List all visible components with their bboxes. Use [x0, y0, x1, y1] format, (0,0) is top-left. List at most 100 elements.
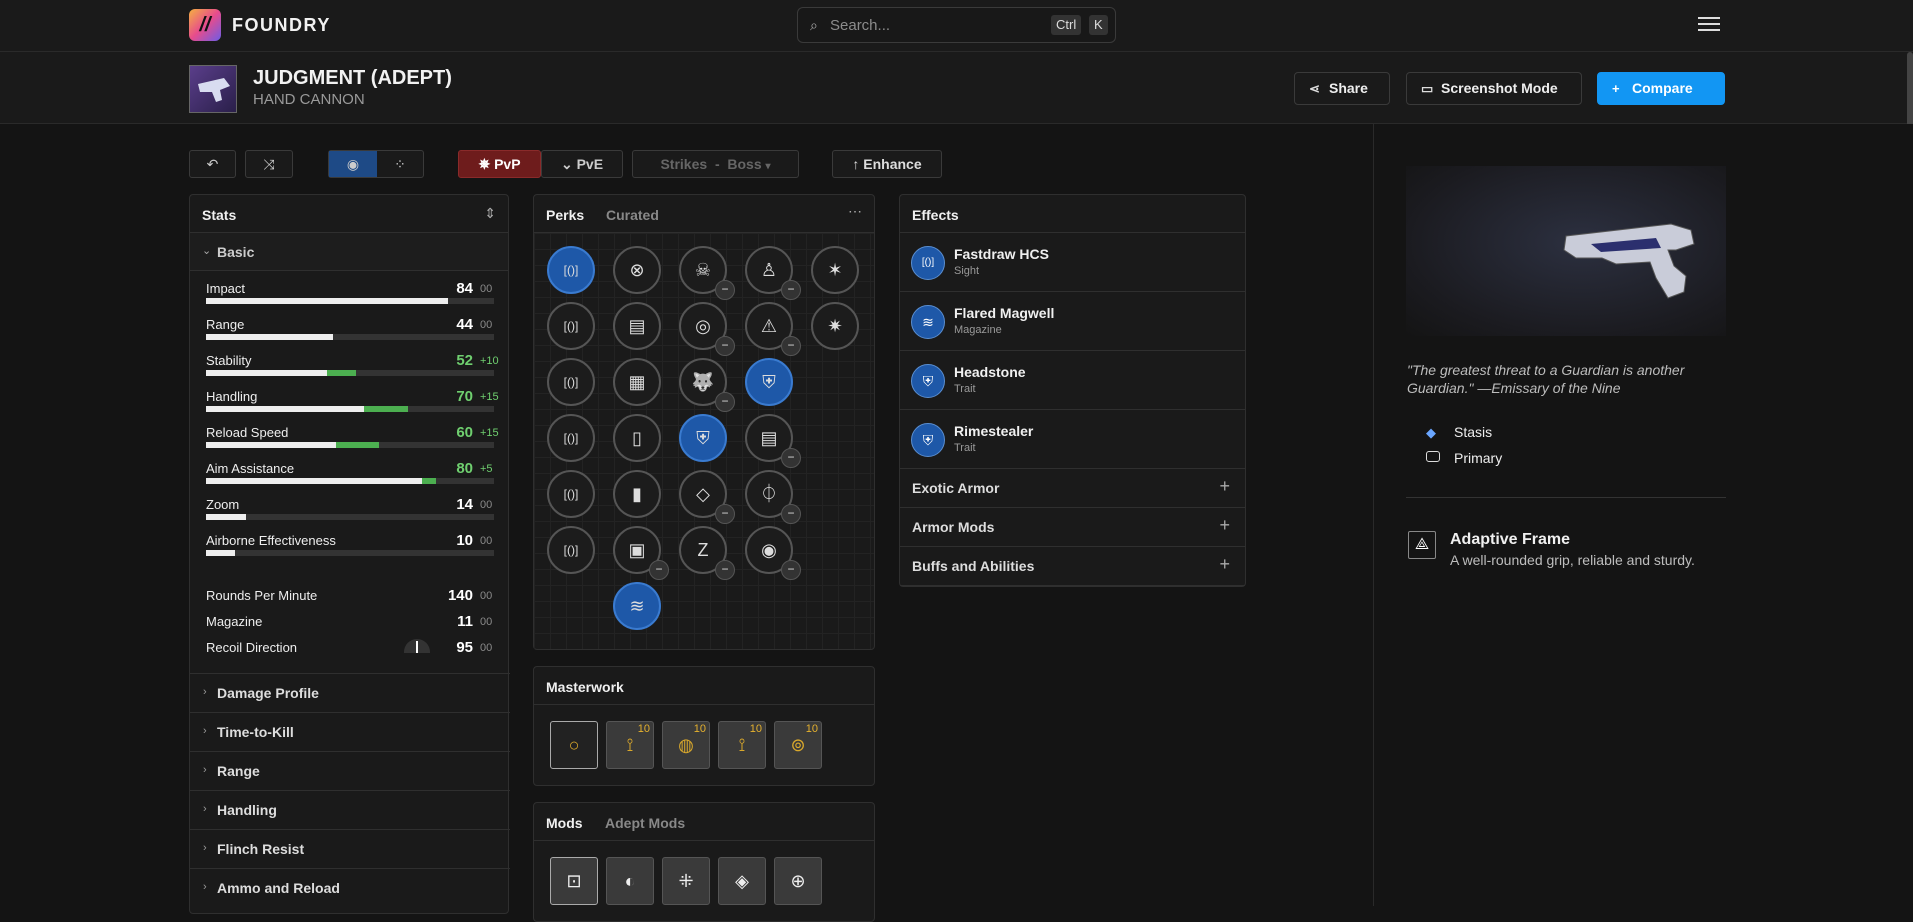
remove-perk-icon[interactable]: − — [781, 280, 801, 300]
app-name[interactable]: FOUNDRY — [232, 15, 331, 36]
weapon-type: HAND CANNON — [253, 91, 365, 108]
remove-perk-icon[interactable]: − — [649, 560, 669, 580]
tab-curated[interactable]: Curated — [606, 207, 659, 223]
view-single-button[interactable]: ◉ — [329, 151, 377, 177]
perk-option[interactable]: [()] — [547, 246, 595, 294]
effects-accordion[interactable]: Buffs and Abilities + — [900, 547, 1245, 586]
stat-value: 84 — [456, 280, 473, 297]
effects-panel: Effects [()] Fastdraw HCS Sight ≋ Flared Mag… — [899, 194, 1246, 587]
chevron-down-icon: ⌄ — [202, 245, 212, 257]
perk-option[interactable]: ✶ — [811, 246, 859, 294]
perk-option[interactable]: [()] — [547, 470, 595, 518]
remove-perk-icon[interactable]: − — [715, 504, 735, 524]
chevron-right-icon: › — [203, 881, 207, 893]
search-icon: ⌕ — [810, 17, 818, 33]
activity-separator: - — [714, 156, 720, 172]
shuffle-icon: ⤨ — [263, 156, 275, 172]
masterwork-option[interactable]: ○ — [550, 721, 598, 769]
perk-option[interactable]: ✷ — [811, 302, 859, 350]
effect-item[interactable]: [()] Fastdraw HCS Sight — [900, 233, 1245, 292]
stat-modifier: +10 — [480, 355, 499, 367]
stat-section-toggle[interactable]: › Time-to-Kill — [190, 712, 510, 751]
undo-button[interactable]: ↶ — [189, 150, 236, 178]
remove-perk-icon[interactable]: − — [781, 560, 801, 580]
stat-section-toggle[interactable]: › Ammo and Reload — [190, 868, 510, 907]
perk-option[interactable]: ≋ — [613, 582, 661, 630]
effect-name: Fastdraw HCS — [954, 246, 1049, 262]
effects-accordion[interactable]: Armor Mods + — [900, 508, 1245, 547]
perk-option[interactable]: [()] — [547, 526, 595, 574]
masterwork-option[interactable]: ⟟ 10 — [606, 721, 654, 769]
mod-option[interactable]: ⊡ — [550, 857, 598, 905]
camera-icon: ▭ — [1421, 81, 1434, 96]
tab-adept-mods[interactable]: Adept Mods — [605, 815, 685, 831]
randomize-button[interactable]: ⤨ — [245, 150, 293, 178]
stat-modifier: 00 — [480, 283, 493, 295]
remove-perk-icon[interactable]: − — [715, 392, 735, 412]
perk-option[interactable]: ▯ — [613, 414, 661, 462]
pvp-toggle[interactable]: ✵ PvP — [458, 150, 541, 178]
collapse-icon[interactable]: ⇕ — [484, 205, 496, 222]
search-input[interactable]: ⌕ Search... Ctrl K — [797, 7, 1116, 43]
remove-perk-icon[interactable]: − — [715, 280, 735, 300]
more-options-icon[interactable]: ⋯ — [848, 203, 862, 220]
perk-option[interactable]: [()] — [547, 414, 595, 462]
stat-bar — [206, 406, 494, 412]
remove-perk-icon[interactable]: − — [781, 448, 801, 468]
stat-section-toggle[interactable]: › Flinch Resist — [190, 829, 510, 868]
stat-bar — [206, 334, 494, 340]
remove-perk-icon[interactable]: − — [715, 560, 735, 580]
stat-section-toggle[interactable]: › Damage Profile — [190, 673, 510, 712]
stat-section-toggle[interactable]: › Handling — [190, 790, 510, 829]
stat-name: Aim Assistance — [206, 461, 295, 476]
weapon-screenshot — [1406, 166, 1726, 336]
remove-perk-icon[interactable]: − — [781, 504, 801, 524]
mod-option[interactable]: ◐ — [606, 857, 654, 905]
perk-option[interactable]: [()] — [547, 358, 595, 406]
masterwork-option[interactable]: ⟟ 10 — [718, 721, 766, 769]
stat-bar-fill — [206, 370, 327, 376]
perk-option[interactable]: ▦ — [613, 358, 661, 406]
activity-select[interactable]: Strikes - Boss ▾ — [632, 150, 799, 178]
share-button[interactable]: ⋖ Share — [1294, 72, 1390, 105]
mod-option[interactable]: ◈ — [718, 857, 766, 905]
masterwork-title: Masterwork — [546, 679, 624, 695]
perk-option[interactable]: [()] — [547, 302, 595, 350]
compare-button[interactable]: + Compare — [1597, 72, 1725, 105]
tab-mods[interactable]: Mods — [546, 815, 583, 831]
masterwork-option[interactable]: ⊚ 10 — [774, 721, 822, 769]
hamburger-menu-icon[interactable] — [1698, 14, 1720, 32]
mod-option[interactable]: ⊕ — [774, 857, 822, 905]
weapon-thumbnail — [189, 65, 237, 113]
stat-value: 60 — [456, 424, 473, 441]
stat-section-label: Ammo and Reload — [217, 880, 340, 896]
ammo-label: Primary — [1454, 450, 1503, 466]
foundry-logo-icon[interactable]: // — [189, 9, 221, 41]
stat-bar — [206, 370, 494, 376]
recoil-direction-icon — [404, 639, 430, 653]
primary-ammo-icon — [1426, 451, 1440, 462]
perk-option[interactable]: ▤ — [613, 302, 661, 350]
tab-perks[interactable]: Perks — [546, 207, 584, 223]
mod-option[interactable]: ⁜ — [662, 857, 710, 905]
remove-perk-icon[interactable]: − — [715, 336, 735, 356]
perk-option[interactable]: ⛨ — [679, 414, 727, 462]
effects-accordion[interactable]: Exotic Armor + — [900, 469, 1245, 508]
effect-item[interactable]: ⛨ Rimestealer Trait — [900, 410, 1245, 469]
screenshot-mode-button[interactable]: ▭ Screenshot Mode — [1406, 72, 1582, 105]
perk-option[interactable]: ⊗ — [613, 246, 661, 294]
effect-item[interactable]: ≋ Flared Magwell Magazine — [900, 292, 1245, 351]
enhance-button[interactable]: ↑ Enhance — [832, 150, 942, 178]
perk-option[interactable]: ▮ — [613, 470, 661, 518]
effect-item[interactable]: ⛨ Headstone Trait — [900, 351, 1245, 410]
perk-option[interactable]: ⛨ — [745, 358, 793, 406]
basic-section-toggle[interactable]: ⌄ Basic — [190, 233, 508, 271]
remove-perk-icon[interactable]: − — [781, 336, 801, 356]
masterwork-option[interactable]: ◍ 10 — [662, 721, 710, 769]
stat-name: Impact — [206, 281, 246, 296]
pve-toggle[interactable]: ⌄ PvE — [541, 150, 623, 178]
stat-section-toggle[interactable]: › Range — [190, 751, 510, 790]
masterwork-level: 10 — [749, 723, 762, 735]
perk-icon: ⛨ — [911, 364, 945, 398]
view-grid-button[interactable]: ⁘ — [377, 151, 423, 177]
